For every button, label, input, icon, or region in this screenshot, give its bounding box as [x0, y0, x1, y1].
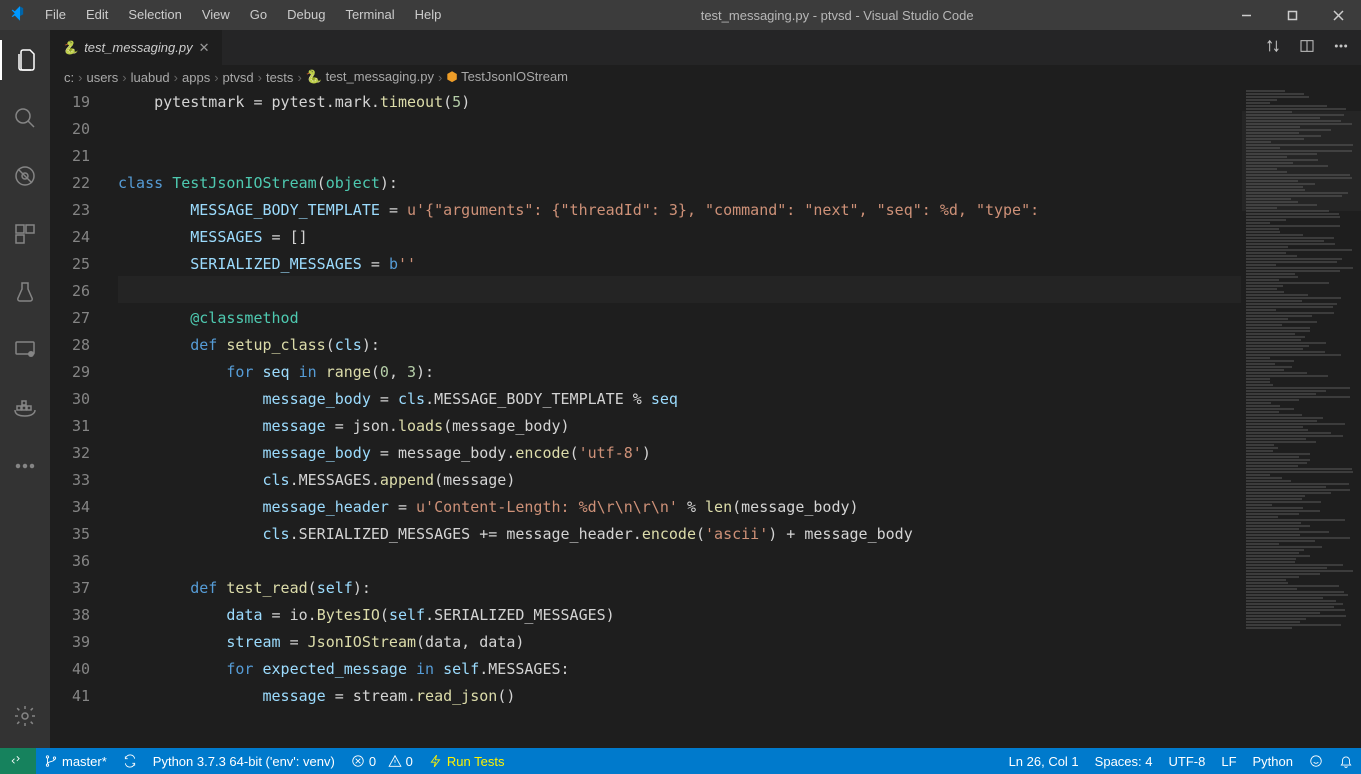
menu-terminal[interactable]: Terminal — [335, 0, 404, 30]
python-file-icon: 🐍 — [62, 40, 78, 56]
run-tests[interactable]: Run Tests — [421, 748, 513, 774]
tab-label: test_messaging.py — [84, 40, 192, 55]
remote-indicator[interactable] — [0, 748, 36, 774]
class-icon: ⬢ — [446, 69, 461, 84]
extensions-icon[interactable] — [0, 214, 50, 254]
minimap-viewport[interactable] — [1242, 111, 1361, 211]
editor[interactable]: 19 20 21 22 23 24 25 26 27 28 29 30 31 3… — [50, 89, 1361, 748]
more-icon[interactable] — [0, 446, 50, 486]
git-branch[interactable]: master* — [36, 748, 115, 774]
breadcrumbs[interactable]: c:› users› luabud› apps› ptvsd› tests› 🐍… — [50, 65, 1361, 89]
title-bar: File Edit Selection View Go Debug Termin… — [0, 0, 1361, 30]
crumb-users[interactable]: users — [86, 70, 118, 85]
settings-gear-icon[interactable] — [0, 696, 50, 736]
menu-selection[interactable]: Selection — [118, 0, 191, 30]
problems[interactable]: 0 0 — [343, 748, 421, 774]
docker-icon[interactable] — [0, 388, 50, 428]
menu-go[interactable]: Go — [240, 0, 277, 30]
language-mode[interactable]: Python — [1245, 748, 1301, 774]
minimize-button[interactable] — [1223, 0, 1269, 30]
test-icon[interactable] — [0, 272, 50, 312]
tab-close-icon[interactable]: ✕ — [199, 40, 210, 56]
menu-edit[interactable]: Edit — [76, 0, 118, 30]
menu-bar: File Edit Selection View Go Debug Termin… — [35, 0, 451, 30]
status-bar: master* Python 3.7.3 64-bit ('env': venv… — [0, 748, 1361, 774]
crumb-drive[interactable]: c: — [64, 70, 74, 85]
menu-view[interactable]: View — [192, 0, 240, 30]
editor-tabs: 🐍 test_messaging.py ✕ — [50, 30, 1361, 65]
cursor-position[interactable]: Ln 26, Col 1 — [1001, 748, 1087, 774]
crumb-luabud[interactable]: luabud — [131, 70, 170, 85]
compare-icon[interactable] — [1265, 38, 1281, 57]
close-button[interactable] — [1315, 0, 1361, 30]
python-interpreter[interactable]: Python 3.7.3 64-bit ('env': venv) — [145, 748, 343, 774]
maximize-button[interactable] — [1269, 0, 1315, 30]
encoding[interactable]: UTF-8 — [1161, 748, 1214, 774]
python-file-icon: 🐍 — [306, 69, 326, 84]
sync-button[interactable] — [115, 748, 145, 774]
tab-test-messaging[interactable]: 🐍 test_messaging.py ✕ — [50, 30, 223, 65]
eol[interactable]: LF — [1213, 748, 1244, 774]
crumb-apps[interactable]: apps — [182, 70, 210, 85]
explorer-icon[interactable] — [0, 40, 50, 80]
notifications-icon[interactable] — [1331, 748, 1361, 774]
indentation[interactable]: Spaces: 4 — [1087, 748, 1161, 774]
split-editor-icon[interactable] — [1299, 38, 1315, 57]
menu-file[interactable]: File — [35, 0, 76, 30]
search-icon[interactable] — [0, 98, 50, 138]
crumb-symbol[interactable]: ⬢ TestJsonIOStream — [446, 69, 568, 85]
window-title: test_messaging.py - ptvsd - Visual Studi… — [451, 8, 1223, 23]
more-actions-icon[interactable] — [1333, 38, 1349, 57]
menu-help[interactable]: Help — [405, 0, 452, 30]
debug-disabled-icon[interactable] — [0, 156, 50, 196]
remote-icon[interactable] — [0, 330, 50, 370]
activity-bar — [0, 30, 50, 748]
crumb-file[interactable]: 🐍 test_messaging.py — [306, 69, 434, 85]
crumb-tests[interactable]: tests — [266, 70, 293, 85]
code-content[interactable]: pytestmark = pytest.mark.timeout(5) clas… — [108, 89, 1241, 748]
vscode-logo-icon — [0, 6, 35, 24]
feedback-icon[interactable] — [1301, 748, 1331, 774]
crumb-ptvsd[interactable]: ptvsd — [223, 70, 254, 85]
line-number-gutter: 19 20 21 22 23 24 25 26 27 28 29 30 31 3… — [50, 89, 108, 748]
menu-debug[interactable]: Debug — [277, 0, 335, 30]
window-controls — [1223, 0, 1361, 30]
minimap[interactable] — [1241, 89, 1361, 748]
